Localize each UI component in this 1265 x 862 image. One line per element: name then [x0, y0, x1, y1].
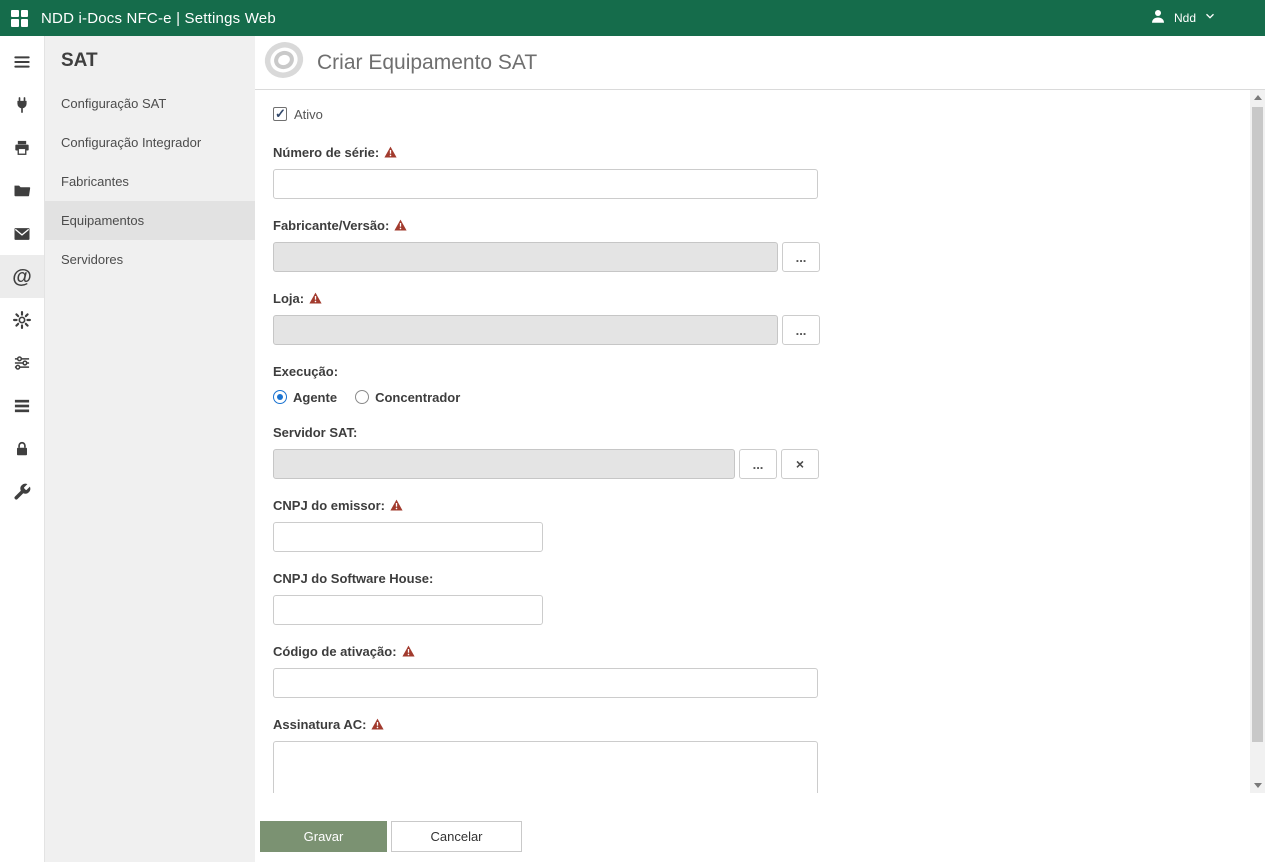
ativo-row: Ativo [273, 106, 1265, 122]
execucao-radio-concentrador[interactable]: Concentrador [355, 390, 460, 405]
sidebar-title: SAT [45, 36, 255, 84]
radio-unselected-icon [355, 390, 369, 404]
field-fabricante-versao: Fabricante/Versão: ... [273, 217, 1265, 272]
required-warning-icon [390, 499, 403, 511]
fabricante-versao-lookup-button[interactable]: ... [782, 242, 820, 272]
sidebar-item-servidores[interactable]: Servidores [45, 240, 255, 279]
required-warning-icon [402, 645, 415, 657]
scrollbar-down-button[interactable] [1250, 778, 1265, 793]
user-menu[interactable]: Ndd [1149, 7, 1217, 30]
agente-radio-label: Agente [293, 390, 337, 405]
mail-icon[interactable] [0, 212, 44, 255]
required-warning-icon [394, 219, 407, 231]
concentrador-radio-label: Concentrador [375, 390, 460, 405]
field-assinatura-ac: Assinatura AC: [273, 716, 1265, 793]
servidor-sat-clear-button[interactable]: × [781, 449, 819, 479]
servidor-sat-label: Servidor SAT: [273, 425, 357, 440]
scrollbar-up-button[interactable] [1250, 90, 1265, 105]
form-footer: Gravar Cancelar [255, 793, 1265, 862]
plug-icon[interactable] [0, 83, 44, 126]
form-scroll-region: Ativo Número de série: Fabricante/Versão… [255, 90, 1265, 793]
sidebar-item-configuracao-integrador[interactable]: Configuração Integrador [45, 123, 255, 162]
cnpj-software-house-input[interactable] [273, 595, 543, 625]
wrench-icon[interactable] [0, 470, 44, 513]
icon-rail: @ [0, 36, 45, 862]
required-warning-icon [371, 718, 384, 730]
required-warning-icon [384, 146, 397, 158]
user-name: Ndd [1174, 11, 1196, 25]
page-header: Criar Equipamento SAT [255, 36, 1265, 90]
servidor-sat-input[interactable] [273, 449, 735, 479]
execucao-radio-agente[interactable]: Agente [273, 390, 337, 405]
user-icon [1149, 7, 1167, 30]
sidebar-item-equipamentos[interactable]: Equipamentos [45, 201, 255, 240]
equipamento-form: Ativo Número de série: Fabricante/Versão… [255, 90, 1265, 793]
folder-icon[interactable] [0, 169, 44, 212]
codigo-ativacao-input[interactable] [273, 668, 818, 698]
gear-icon[interactable] [0, 298, 44, 341]
field-execucao: Execução: Agente Concentrador [273, 363, 1265, 406]
field-loja: Loja: ... [273, 290, 1265, 345]
printer-icon[interactable] [0, 126, 44, 169]
page-title: Criar Equipamento SAT [317, 51, 537, 75]
loja-lookup-button[interactable]: ... [782, 315, 820, 345]
at-icon[interactable]: @ [0, 255, 44, 298]
sidebar: SAT Configuração SAT Configuração Integr… [45, 36, 255, 862]
arrow-up-icon [1254, 95, 1262, 100]
ativo-checkbox[interactable] [273, 107, 287, 121]
codigo-ativacao-label: Código de ativação: [273, 644, 397, 659]
assinatura-ac-label: Assinatura AC: [273, 717, 366, 732]
required-warning-icon [309, 292, 322, 304]
field-servidor-sat: Servidor SAT: ... × [273, 424, 1265, 479]
numero-serie-label: Número de série: [273, 145, 379, 160]
radio-selected-icon [273, 390, 287, 404]
topbar: NDD i-Docs NFC-e | Settings Web Ndd [0, 0, 1265, 36]
menu-icon[interactable] [0, 40, 44, 83]
scrollbar[interactable] [1250, 90, 1265, 793]
sat-logo-icon [261, 39, 307, 86]
arrow-down-icon [1254, 783, 1262, 788]
loja-input[interactable] [273, 315, 778, 345]
field-cnpj-software-house: CNPJ do Software House: [273, 570, 1265, 625]
execucao-label: Execução: [273, 364, 338, 379]
chevron-down-icon [1203, 9, 1217, 28]
scrollbar-track[interactable] [1250, 105, 1265, 778]
main-panel: Criar Equipamento SAT Ativo Número de sé… [255, 36, 1265, 862]
stack-icon[interactable] [0, 384, 44, 427]
field-cnpj-emissor: CNPJ do emissor: [273, 497, 1265, 552]
cancel-button[interactable]: Cancelar [391, 821, 522, 852]
field-codigo-ativacao: Código de ativação: [273, 643, 1265, 698]
save-button[interactable]: Gravar [260, 821, 387, 852]
sidebar-item-fabricantes[interactable]: Fabricantes [45, 162, 255, 201]
servidor-sat-lookup-button[interactable]: ... [739, 449, 777, 479]
cnpj-emissor-input[interactable] [273, 522, 543, 552]
lock-icon[interactable] [0, 427, 44, 470]
fabricante-versao-input[interactable] [273, 242, 778, 272]
app-grid-icon[interactable] [11, 10, 28, 27]
cnpj-emissor-label: CNPJ do emissor: [273, 498, 385, 513]
sidebar-item-configuracao-sat[interactable]: Configuração SAT [45, 84, 255, 123]
sliders-icon[interactable] [0, 341, 44, 384]
assinatura-ac-textarea[interactable] [273, 741, 818, 793]
app-title: NDD i-Docs NFC-e | Settings Web [41, 10, 276, 27]
ativo-label: Ativo [294, 107, 323, 122]
loja-label: Loja: [273, 291, 304, 306]
scrollbar-thumb[interactable] [1252, 107, 1263, 742]
field-numero-serie: Número de série: [273, 144, 1265, 199]
fabricante-versao-label: Fabricante/Versão: [273, 218, 389, 233]
numero-serie-input[interactable] [273, 169, 818, 199]
cnpj-software-house-label: CNPJ do Software House: [273, 571, 433, 586]
